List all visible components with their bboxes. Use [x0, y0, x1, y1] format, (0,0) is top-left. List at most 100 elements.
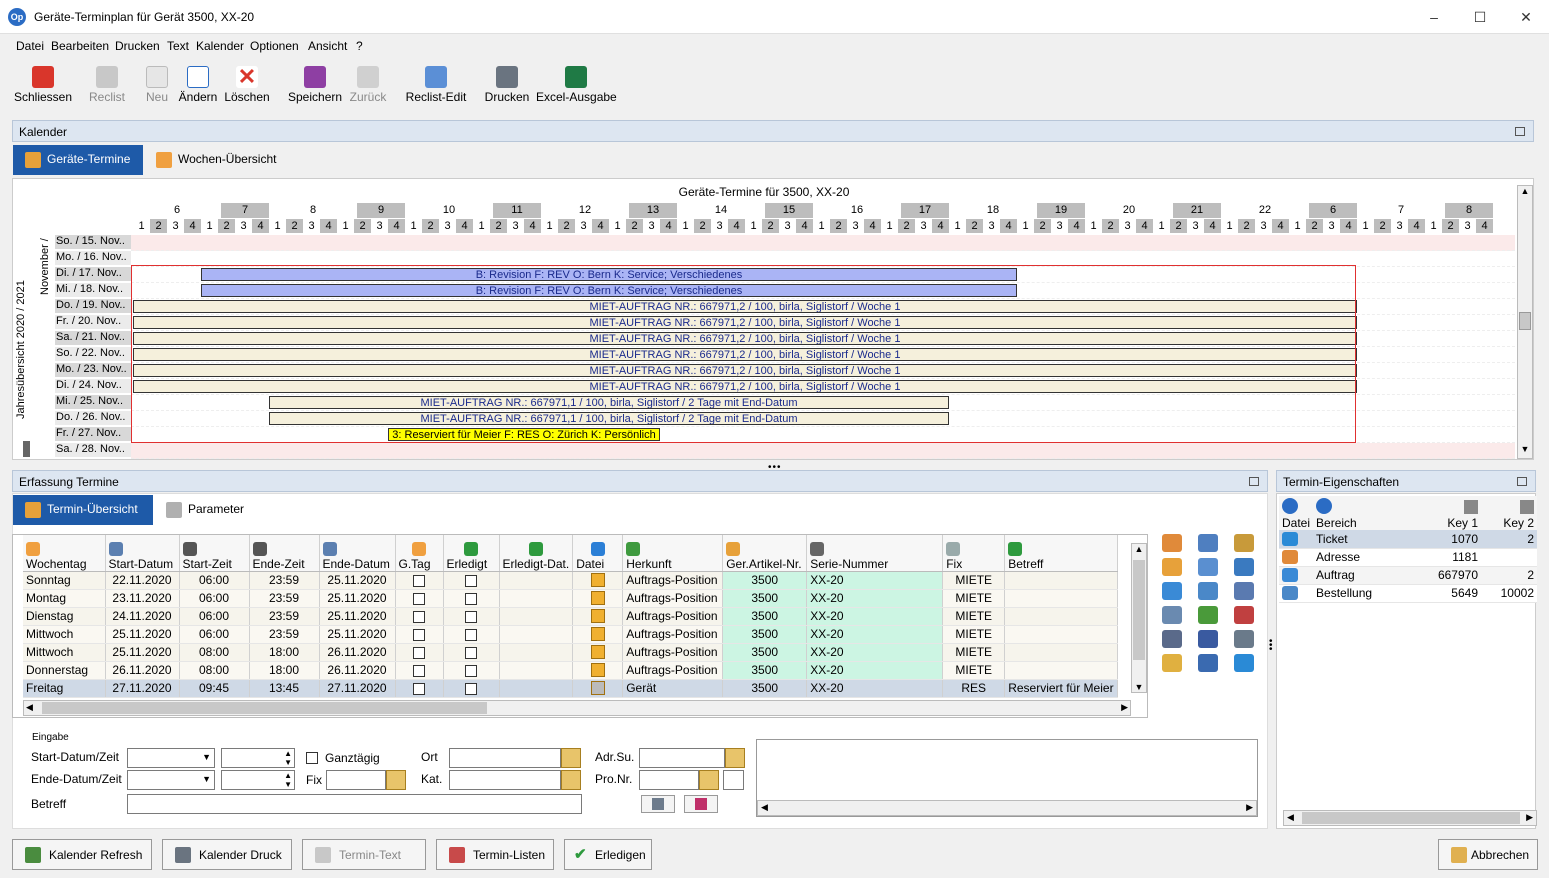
tab-wochen-uebersicht[interactable]: Wochen-Übersicht	[144, 145, 294, 175]
vertical-splitter-icon[interactable]: • • •	[1269, 637, 1273, 655]
day-row-label[interactable]: Mi. / 18. Nov..	[55, 283, 141, 298]
pronr-extra-field[interactable]	[723, 770, 744, 790]
day-row-label[interactable]: So. / 15. Nov..	[55, 235, 141, 250]
folder-icon[interactable]	[1162, 654, 1182, 672]
day-row-label[interactable]: So. / 22. Nov..	[55, 347, 141, 362]
checkbox[interactable]	[413, 646, 425, 659]
table-row[interactable]: Dienstag 24.11.2020 06:00 23:59 25.11.2020 Au…	[23, 607, 1118, 626]
eigenschaften-hscrollbar[interactable]: ◀ ▶	[1283, 810, 1537, 826]
computer-icon[interactable]	[1234, 558, 1254, 576]
aendern-button[interactable]: Ändern	[176, 60, 220, 110]
close-window-icon[interactable]: ✕	[1503, 6, 1549, 28]
save-small-button[interactable]	[684, 795, 718, 813]
zurueck-button[interactable]: Zurück	[348, 60, 388, 110]
maximize-panel-icon[interactable]	[1249, 477, 1259, 486]
column-header[interactable]: Betreff	[1004, 535, 1118, 572]
start-time-field[interactable]: ▲ ▼	[221, 748, 295, 768]
grid-icon[interactable]	[1162, 606, 1182, 624]
abbrechen-button[interactable]: Abbrechen	[1438, 839, 1538, 870]
column-header[interactable]: Erledigt	[443, 535, 500, 572]
list-item[interactable]: Adresse 1181	[1279, 548, 1537, 567]
end-time-field[interactable]: ▲ ▼	[221, 770, 295, 790]
globe-icon[interactable]	[1162, 582, 1182, 600]
end-date-field[interactable]: ▼	[127, 770, 215, 790]
report-icon[interactable]	[1162, 630, 1182, 648]
calc-button[interactable]	[641, 795, 675, 813]
day-row-label[interactable]: Mo. / 16. Nov..	[55, 251, 141, 266]
checkbox[interactable]	[465, 610, 477, 623]
scroll-up-icon[interactable]: ▲	[1518, 186, 1532, 200]
kat-field[interactable]	[449, 770, 561, 790]
maximize-panel-icon[interactable]	[1515, 127, 1525, 136]
column-header[interactable]: Ende-Datum	[319, 535, 396, 572]
ort-field[interactable]	[449, 748, 561, 768]
column-header[interactable]: Erledigt-Dat.	[499, 535, 574, 572]
column-header[interactable]: Fix	[942, 535, 1006, 572]
spinner-icon[interactable]: ▲ ▼	[284, 749, 292, 767]
day-row-label[interactable]: Do. / 26. Nov..	[55, 411, 141, 426]
checkbox[interactable]	[413, 610, 425, 623]
betreff-field[interactable]	[127, 794, 582, 814]
scroll-right-icon[interactable]: ▶	[1526, 812, 1533, 823]
column-header[interactable]: Ger.Artikel-Nr.	[722, 535, 808, 572]
adrsu-field[interactable]	[639, 748, 725, 768]
day-row-label[interactable]: Di. / 17. Nov..	[55, 267, 141, 282]
checkbox[interactable]	[465, 592, 477, 605]
cart-icon[interactable]	[1198, 582, 1218, 600]
col-key2[interactable]: Key 2	[1481, 496, 1537, 530]
table-row[interactable]: Sonntag 22.11.2020 06:00 23:59 25.11.2020 Auf…	[23, 571, 1118, 590]
notes-hscrollbar[interactable]: ◀ ▶	[757, 800, 1257, 816]
checkbox[interactable]	[413, 682, 425, 695]
day-row-label[interactable]: Di. / 24. Nov..	[55, 379, 141, 394]
ticket-icon[interactable]	[1234, 654, 1254, 672]
termin-text-button[interactable]: Termin-Text	[302, 839, 426, 870]
day-row-label[interactable]: Do. / 19. Nov..	[55, 299, 141, 314]
pronr-folder-icon[interactable]	[699, 770, 719, 790]
tools-icon[interactable]	[1198, 558, 1218, 576]
scroll-thumb[interactable]	[42, 702, 487, 714]
ort-folder-icon[interactable]	[561, 748, 581, 768]
checkbox[interactable]	[465, 682, 477, 695]
menu-datei[interactable]: Datei	[16, 39, 44, 53]
menu-text[interactable]: Text	[167, 39, 189, 53]
spinner-icon[interactable]: ▲ ▼	[284, 771, 292, 789]
adrsu-folder-icon[interactable]	[725, 748, 745, 768]
checkbox[interactable]	[465, 574, 477, 587]
menu-kalender[interactable]: Kalender	[196, 39, 244, 53]
edit-icon[interactable]	[1198, 654, 1218, 672]
scroll-up-icon[interactable]: ▲	[1132, 544, 1146, 554]
tab-parameter[interactable]: Parameter	[154, 495, 264, 525]
address-icon[interactable]	[1162, 534, 1182, 552]
day-row-label[interactable]: Fr. / 20. Nov..	[55, 315, 141, 330]
help-icon[interactable]	[1198, 630, 1218, 648]
scroll-thumb[interactable]	[1519, 312, 1531, 330]
checkbox[interactable]	[413, 574, 425, 587]
column-header[interactable]: Start-Datum	[105, 535, 180, 572]
table-row[interactable]: Mittwoch 25.11.2020 08:00 18:00 26.11.2020 Au…	[23, 643, 1118, 662]
column-header[interactable]: Datei	[572, 535, 624, 572]
fix-field[interactable]	[326, 770, 386, 790]
day-row[interactable]	[131, 235, 1515, 251]
menu-bearbeiten[interactable]: Bearbeiten	[51, 39, 109, 53]
day-row-label[interactable]: Sa. / 28. Nov..	[55, 443, 141, 458]
kalender-druck-button[interactable]: Kalender Druck	[162, 839, 292, 870]
checkbox[interactable]	[465, 646, 477, 659]
kalender-refresh-button[interactable]: Kalender Refresh	[12, 839, 152, 870]
checkbox[interactable]	[413, 628, 425, 641]
tree-icon[interactable]	[1198, 606, 1218, 624]
person-icon[interactable]	[1234, 534, 1254, 552]
calendar-vscrollbar[interactable]: ▲ ▼	[1517, 185, 1533, 459]
reclist-edit-button[interactable]: Reclist-Edit	[404, 60, 468, 110]
column-header[interactable]: Ende-Zeit	[249, 535, 320, 572]
scroll-down-icon[interactable]: ▼	[1518, 444, 1532, 458]
scroll-left-icon[interactable]: ◀	[26, 702, 33, 713]
day-row-label[interactable]: Mo. / 23. Nov..	[55, 363, 141, 378]
column-header[interactable]: Herkunft	[622, 535, 724, 572]
box-icon[interactable]	[1162, 558, 1182, 576]
tab-termin-uebersicht[interactable]: Termin-Übersicht	[13, 495, 153, 525]
column-header[interactable]: Start-Zeit	[179, 535, 250, 572]
list-item[interactable]: Bestellung 5649 10002	[1279, 584, 1537, 603]
speichern-button[interactable]: Speichern	[288, 60, 342, 110]
schliessen-button[interactable]: Schliessen	[14, 60, 72, 110]
loeschen-button[interactable]: ✕ Löschen	[224, 60, 270, 110]
